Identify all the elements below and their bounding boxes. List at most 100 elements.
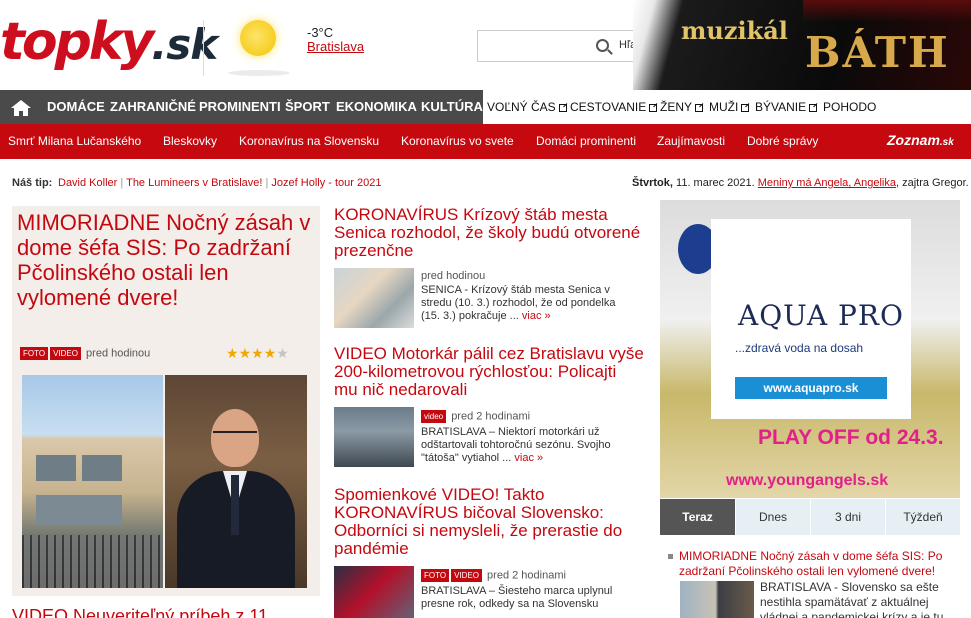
site-header: topky.sk -3°C Bratislava Hľadaj muzikál … — [0, 0, 971, 90]
article-perex: SENICA - Krízový štáb mesta Senica v str… — [421, 284, 636, 323]
star-icon: ★ — [263, 345, 277, 361]
featured-article[interactable]: MIMORIADNE Nočný zásah v dome šéfa SIS: … — [12, 206, 320, 596]
external-link-icon — [558, 103, 567, 112]
tag-video: video — [421, 410, 447, 423]
featured-image-portrait[interactable] — [165, 375, 307, 588]
search-input[interactable] — [482, 35, 588, 57]
weather-city-link[interactable]: Bratislava — [307, 39, 364, 54]
building-window — [36, 455, 76, 481]
tab-teraz[interactable]: Teraz — [660, 499, 735, 535]
article-meta: FOTO VIDEO pred 2 hodinami — [421, 569, 566, 582]
sun-icon — [240, 20, 276, 56]
banner-decoration — [803, 0, 971, 22]
tag-foto: FOTO — [20, 347, 49, 360]
read-more-link[interactable]: viac » — [522, 310, 551, 322]
tab-tyzden[interactable]: Týždeň — [885, 499, 960, 535]
building-window — [82, 455, 122, 481]
nav-item-cestovanie[interactable]: CESTOVANIE — [570, 90, 658, 124]
nav-item-byvanie-label: BÝVANIE — [755, 100, 807, 114]
ad-banner-musical[interactable]: muzikál BÁTH — [633, 0, 971, 90]
home-icon — [11, 100, 31, 116]
top-article-title[interactable]: MIMORIADNE Nočný zásah v dome šéfa SIS: … — [679, 549, 954, 579]
zoznam-logo-main: Zoznam — [887, 132, 940, 148]
site-logo[interactable]: topky.sk — [0, 12, 218, 75]
nav-item-pohodo[interactable]: POHODO — [823, 90, 876, 124]
tip-label: Náš tip: — [12, 177, 53, 189]
banner-line2: BÁTH — [805, 28, 950, 77]
article-time: pred hodinou — [421, 270, 486, 282]
topic-link-korona-sk[interactable]: Koronavírus na Slovensku — [239, 124, 379, 159]
external-link-icon — [695, 103, 704, 112]
article-title[interactable]: VIDEO Motorkár pálil cez Bratislavu vyše… — [334, 345, 644, 399]
article-thumbnail[interactable] — [334, 566, 414, 618]
article-time: pred 2 hodinami — [487, 569, 566, 582]
tip-link-koller[interactable]: David Koller — [58, 177, 117, 189]
article-thumbnail[interactable] — [334, 407, 414, 467]
article-thumbnail[interactable] — [334, 268, 414, 328]
tip-separator: | — [120, 177, 124, 189]
top-article-thumbnail[interactable] — [680, 581, 754, 618]
aquapro-box: AQUA PRO ...zdravá voda na dosah www.aqu… — [711, 219, 911, 419]
article-title[interactable]: KORONAVÍRUS Krízový štáb mesta Senica ro… — [334, 206, 644, 260]
topic-link-domaci-prominenti[interactable]: Domáci prominenti — [536, 124, 636, 159]
nav-item-zeny[interactable]: ŽENY — [660, 90, 704, 124]
nameday-tomorrow: , zajtra Gregor. — [895, 177, 969, 189]
aquapro-link-button[interactable]: www.aquapro.sk — [735, 377, 887, 399]
star-icon: ★ — [251, 345, 264, 361]
nameday-link[interactable]: Meniny má Angela, Angelika — [758, 177, 896, 189]
building-window — [36, 495, 122, 525]
topic-link-bleskovky[interactable]: Bleskovky — [163, 124, 217, 159]
nav-item-muzi[interactable]: MUŽI — [709, 90, 750, 124]
external-link-icon — [649, 103, 658, 112]
weather-temperature: -3°C — [307, 25, 334, 40]
tab-3-dni[interactable]: 3 dni — [810, 499, 885, 535]
topic-link-korona-svet[interactable]: Koronavírus vo svete — [401, 124, 514, 159]
topic-link-zaujimavosti[interactable]: Zaujímavosti — [657, 124, 725, 159]
date-rest: 11. marec 2021. — [672, 177, 758, 189]
logo-suffix: .sk — [151, 20, 218, 69]
rating-stars[interactable]: ★★★★★ — [226, 345, 289, 362]
nav-home-button[interactable] — [0, 90, 42, 124]
tag-foto: FOTO — [421, 569, 450, 582]
nav-item-volny-cas[interactable]: VOĽNÝ ČAS — [487, 90, 567, 124]
tab-dnes[interactable]: Dnes — [735, 499, 810, 535]
aquapro-tagline: ...zdravá voda na dosah — [735, 341, 864, 355]
ad-aquapro[interactable]: AQUA PRO ...zdravá voda na dosah www.aqu… — [660, 200, 960, 498]
external-link-icon — [741, 103, 750, 112]
sun-shadow — [228, 70, 290, 76]
search-icon[interactable] — [596, 39, 609, 52]
read-more-link[interactable]: viac » — [514, 452, 543, 464]
featured-image-building[interactable] — [22, 375, 163, 588]
building-fence — [22, 535, 163, 588]
tip-separator: | — [265, 177, 269, 189]
topic-link-lucansky[interactable]: Smrť Milana Lučanského — [8, 124, 141, 159]
tag-video: VIDEO — [451, 569, 482, 582]
featured-time: pred hodinou — [86, 347, 151, 360]
top-articles-list: MIMORIADNE Nočný zásah v dome šéfa SIS: … — [660, 535, 960, 618]
topic-link-dobre-spravy[interactable]: Dobré správy — [747, 124, 818, 159]
nav-item-cestovanie-label: CESTOVANIE — [570, 100, 647, 114]
zoznam-partner-logo[interactable]: Zoznam.sk — [887, 132, 954, 148]
header-divider — [203, 20, 204, 76]
article-perex: BRATISLAVA – Niektorí motorkári už odšta… — [421, 426, 636, 465]
nav-item-volny-cas-label: VOĽNÝ ČAS — [487, 100, 556, 114]
next-article-title[interactable]: VIDEO Neuveriteľný príbeh z 11. — [12, 606, 273, 618]
featured-title[interactable]: MIMORIADNE Nočný zásah v dome šéfa SIS: … — [17, 210, 317, 310]
top-articles-tabs: Teraz Dnes 3 dni Týždeň — [660, 499, 960, 535]
banner-line1: muzikál — [681, 16, 788, 45]
nav-item-kultura[interactable]: KULTÚRA — [421, 90, 483, 124]
nav-item-ekonomika[interactable]: EKONOMIKA — [336, 90, 417, 124]
article-perex: BRATISLAVA – Šiesteho marca uplynul pres… — [421, 585, 613, 610]
ad-site-text: www.youngangels.sk — [726, 472, 889, 489]
tip-link-holly[interactable]: Jozef Holly - tour 2021 — [271, 177, 381, 189]
list-bullet — [668, 554, 673, 559]
nav-item-zahranicne[interactable]: ZAHRANIČNÉ — [110, 90, 196, 124]
nav-item-prominenti[interactable]: PROMINENTI — [199, 90, 281, 124]
nav-item-byvanie[interactable]: BÝVANIE — [755, 90, 818, 124]
nav-item-sport[interactable]: ŠPORT — [285, 90, 330, 124]
nav-item-domace[interactable]: DOMÁCE — [47, 90, 105, 124]
aquapro-brand: AQUA PRO — [738, 299, 904, 332]
tip-link-lumineers[interactable]: The Lumineers v Bratislave! — [126, 177, 262, 189]
star-empty-icon: ★ — [276, 345, 289, 361]
article-title[interactable]: Spomienkové VIDEO! Takto KORONAVÍRUS bič… — [334, 486, 644, 558]
